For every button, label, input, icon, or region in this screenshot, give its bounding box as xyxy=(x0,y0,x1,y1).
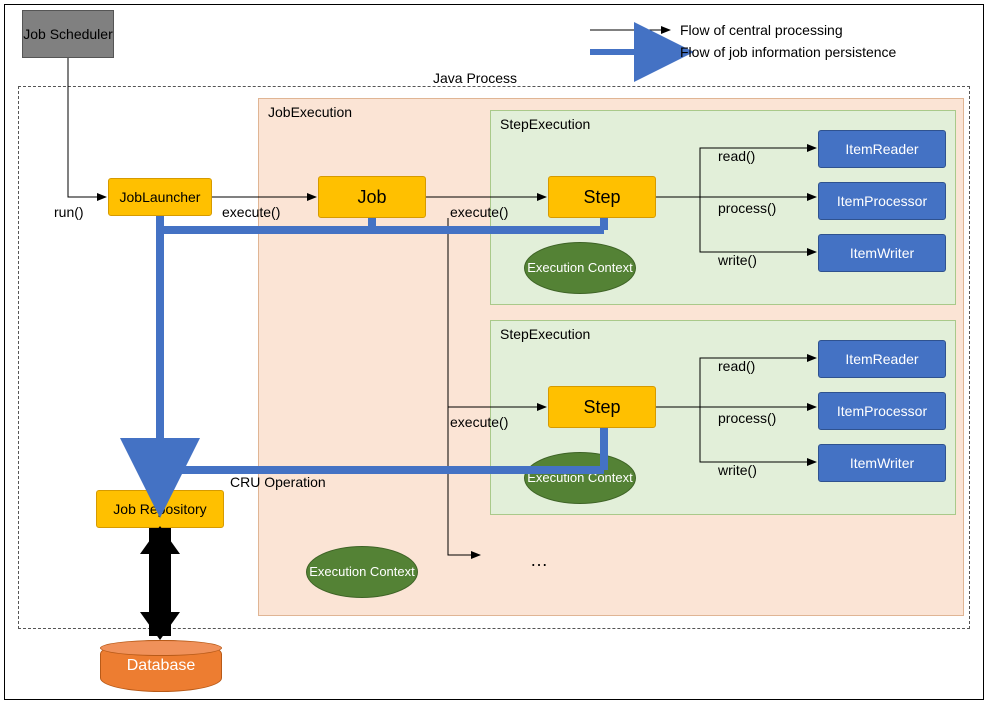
java-process-title: Java Process xyxy=(425,70,525,86)
job-repository-box: Job Repository xyxy=(96,490,224,528)
step-execution-2-title: StepExecution xyxy=(500,326,590,342)
step-2-label: Step xyxy=(583,397,620,418)
exec-ctx-1-label: Execution Context xyxy=(527,261,633,275)
item-reader-2-label: ItemReader xyxy=(845,351,918,367)
process-2-label: process() xyxy=(718,410,776,426)
exec-ctx-2: Execution Context xyxy=(524,452,636,504)
exec-ctx-2-label: Execution Context xyxy=(527,471,633,485)
job-scheduler-box: Job Scheduler xyxy=(22,10,114,58)
job-scheduler-label: Job Scheduler xyxy=(23,26,113,42)
write-1-label: write() xyxy=(718,252,757,268)
job-repository-label: Job Repository xyxy=(113,501,206,517)
item-processor-1-label: ItemProcessor xyxy=(837,193,927,209)
legend-persistence: Flow of job information persistence xyxy=(680,44,896,60)
job-label: Job xyxy=(357,187,386,208)
item-writer-1-label: ItemWriter xyxy=(850,245,914,261)
step-1-box: Step xyxy=(548,176,656,218)
read-2-label: read() xyxy=(718,358,755,374)
item-writer-2-label: ItemWriter xyxy=(850,455,914,471)
process-1-label: process() xyxy=(718,200,776,216)
item-reader-2: ItemReader xyxy=(818,340,946,378)
execute-3-label: execute() xyxy=(450,414,508,430)
run-label: run() xyxy=(54,204,84,220)
item-processor-2: ItemProcessor xyxy=(818,392,946,430)
execute-2-label: execute() xyxy=(450,204,508,220)
execute-1-label: execute() xyxy=(222,204,280,220)
item-processor-2-label: ItemProcessor xyxy=(837,403,927,419)
item-reader-1-label: ItemReader xyxy=(845,141,918,157)
exec-ctx-job-label: Execution Context xyxy=(309,565,415,579)
database-label: Database xyxy=(127,657,196,675)
exec-ctx-1: Execution Context xyxy=(524,242,636,294)
cru-operation-label: CRU Operation xyxy=(230,474,326,490)
job-execution-title: JobExecution xyxy=(268,104,352,120)
item-writer-1: ItemWriter xyxy=(818,234,946,272)
database-cylinder: Database xyxy=(100,640,222,692)
exec-ctx-job: Execution Context xyxy=(306,546,418,598)
job-launcher-label: JobLauncher xyxy=(120,189,201,205)
read-1-label: read() xyxy=(718,148,755,164)
item-reader-1: ItemReader xyxy=(818,130,946,168)
step-1-label: Step xyxy=(583,187,620,208)
item-writer-2: ItemWriter xyxy=(818,444,946,482)
write-2-label: write() xyxy=(718,462,757,478)
step-execution-1-title: StepExecution xyxy=(500,116,590,132)
job-launcher-box: JobLauncher xyxy=(108,178,212,216)
legend-central: Flow of central processing xyxy=(680,22,843,38)
item-processor-1: ItemProcessor xyxy=(818,182,946,220)
job-box: Job xyxy=(318,176,426,218)
ellipsis-label: … xyxy=(530,550,548,571)
step-2-box: Step xyxy=(548,386,656,428)
